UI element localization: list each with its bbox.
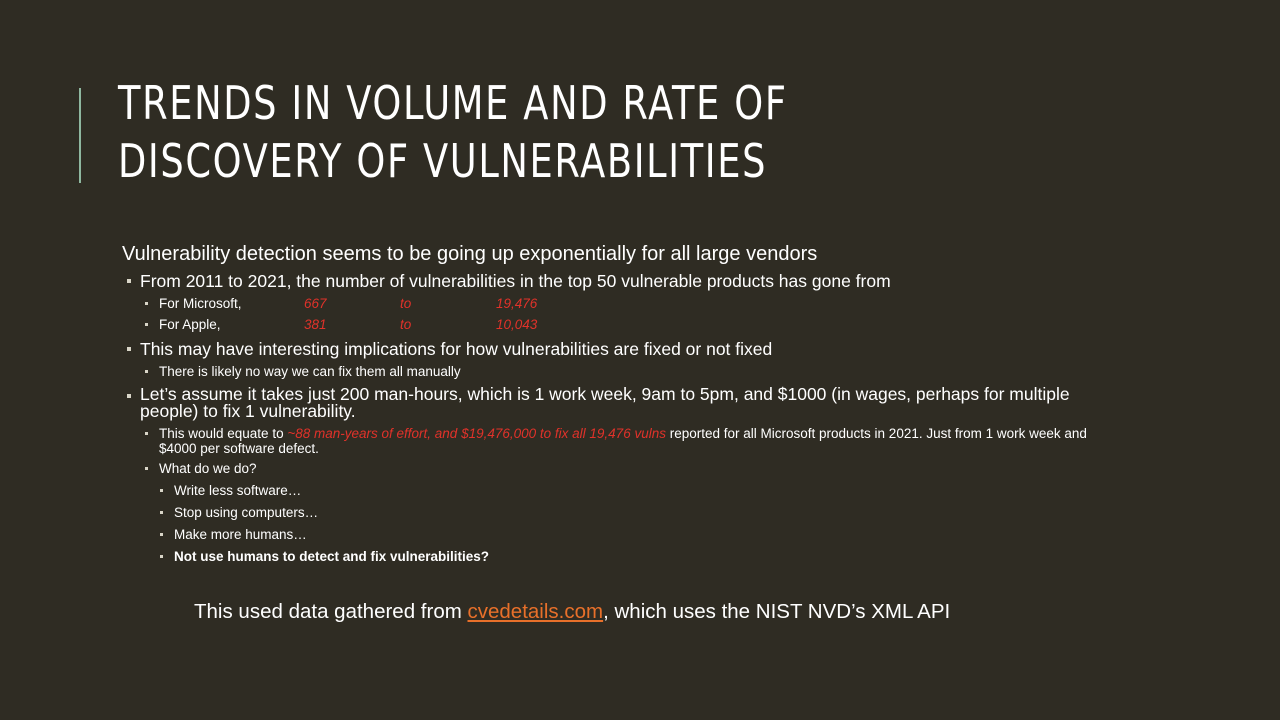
source-post: , which uses the NIST NVD’s XML API bbox=[603, 600, 951, 623]
option-stop-computers: Stop using computers… bbox=[122, 505, 1122, 521]
bullet-list: From 2011 to 2021, the number of vulnera… bbox=[122, 271, 1122, 565]
option-more-humans: Make more humans… bbox=[122, 527, 1122, 543]
option-less-software: Write less software… bbox=[122, 483, 1122, 499]
source-pre: This used data gathered from bbox=[194, 600, 468, 623]
source-note: This used data gathered from cvedetails.… bbox=[194, 598, 950, 626]
title-accent-bar bbox=[79, 88, 81, 183]
intro-text: Vulnerability detection seems to be goin… bbox=[122, 243, 818, 265]
bullet-apple: For Apple, 381 to 10,043 bbox=[122, 317, 1122, 333]
bullet-what-do-we-do: What do we do? bbox=[122, 461, 1122, 477]
microsoft-label: For Microsoft, bbox=[159, 296, 242, 311]
bullet-trend: From 2011 to 2021, the number of vulnera… bbox=[122, 271, 1122, 291]
microsoft-from: 667 bbox=[304, 296, 327, 311]
apple-to: to bbox=[400, 317, 412, 332]
apple-label: For Apple, bbox=[159, 317, 221, 332]
microsoft-to: to bbox=[400, 296, 412, 311]
microsoft-value: 19,476 bbox=[496, 296, 538, 311]
slide-body: Vulnerability detection seems to be goin… bbox=[122, 240, 1122, 565]
bullet-microsoft: For Microsoft, 667 to 19,476 bbox=[122, 296, 1122, 312]
slide-title: Trends in Volume and Rate of Discovery o… bbox=[118, 76, 788, 188]
equation-highlight: ~88 man-years of effort, and $19,476,000… bbox=[287, 426, 666, 441]
cvedetails-link[interactable]: cvedetails.com bbox=[468, 600, 604, 623]
bullet-equation: This would equate to ~88 man-years of ef… bbox=[122, 426, 1122, 456]
apple-value: 10,043 bbox=[496, 317, 538, 332]
option-automate: Not use humans to detect and fix vulnera… bbox=[122, 549, 1122, 565]
bullet-no-manual-fix: There is likely no way we can fix them a… bbox=[122, 364, 1122, 380]
equation-pre: This would equate to bbox=[159, 426, 288, 441]
apple-from: 381 bbox=[304, 317, 327, 332]
bullet-assumption: Let’s assume it takes just 200 man-hours… bbox=[122, 385, 1122, 420]
bullet-implications: This may have interesting implications f… bbox=[122, 339, 1122, 359]
